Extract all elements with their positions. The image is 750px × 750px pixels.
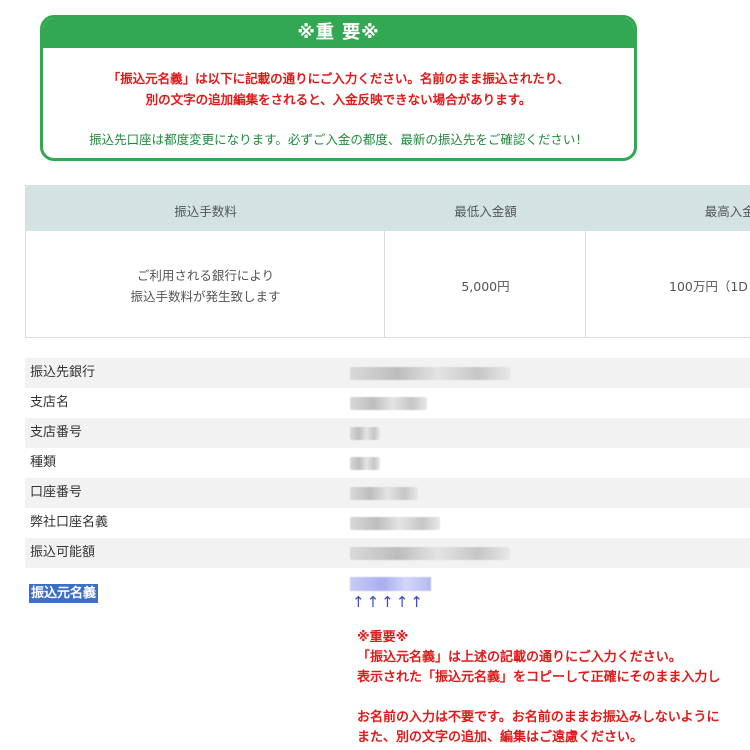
label-branch: 支店名 <box>30 395 70 410</box>
redacted-account-type <box>350 457 380 470</box>
label-account-type: 種類 <box>30 455 57 470</box>
label-transferable-amount: 振込可能額 <box>30 545 96 560</box>
arrow-up-icons: ↑↑↑↑↑ <box>352 593 425 611</box>
fees-table: 振込手数料 最低入金額 最高入金額 ご利用される銀行により 振込手数料が発生致し… <box>25 185 750 338</box>
row-branch: 支店名 <box>25 388 750 418</box>
label-bank: 振込先銀行 <box>30 365 96 380</box>
row-account-holder: 弊社口座名義 <box>25 508 750 538</box>
label-account-number: 口座番号 <box>30 485 83 500</box>
header-max-deposit: 最高入金額 <box>704 204 750 219</box>
warning-line-1: 「振込元名義」は上述の記載の通りにご入力ください。 <box>357 650 682 665</box>
min-deposit-value: 5,000円 <box>461 279 510 294</box>
fee-note-line-2: 振込手数料が発生致します <box>130 289 281 304</box>
row-account-number: 口座番号 <box>25 478 750 508</box>
redacted-transferable-amount <box>350 547 510 560</box>
warning-line-2: 表示された「振込元名義」をコピーして正確にそのまま入力し <box>357 670 721 685</box>
header-min-deposit: 最低入金額 <box>454 204 517 219</box>
label-account-holder: 弊社口座名義 <box>30 515 109 530</box>
label-branch-number: 支店番号 <box>30 425 83 440</box>
notice-line-1: 「振込元名義」は以下に記載の通りにご入力ください。名前のまま振込されたり、 <box>107 71 570 86</box>
redacted-branch <box>350 397 427 410</box>
row-account-type: 種類 <box>25 448 750 478</box>
redacted-account-holder <box>350 517 440 530</box>
redacted-account-number <box>350 487 418 500</box>
row-bank: 振込先銀行 <box>25 358 750 388</box>
max-deposit-value: 100万円（1D <box>669 279 748 294</box>
row-branch-number: 支店番号 <box>25 418 750 448</box>
warning-line-4: また、別の文字の追加、編集はご遠慮ください。 <box>357 730 644 745</box>
notice-line-2: 別の文字の追加編集をされると、入金反映できない場合があります。 <box>145 92 532 107</box>
row-transferable-amount: 振込可能額 <box>25 538 750 568</box>
fee-note-line-1: ご利用される銀行により <box>136 268 275 283</box>
notice-title: ※重 要※ <box>43 18 634 48</box>
important-notice-box: ※重 要※ 「振込元名義」は以下に記載の通りにご入力ください。名前のまま振込され… <box>40 15 637 161</box>
notice-line-3: 振込先口座は都度変更になります。必ずご入金の都度、最新の振込先をご確認ください！ <box>89 132 588 147</box>
sender-name-value[interactable] <box>350 577 431 591</box>
redacted-branch-number <box>350 427 380 440</box>
redacted-bank <box>350 367 510 380</box>
sender-name-label: 振込元名義 <box>29 584 99 603</box>
warning-title: ※重要※ <box>357 630 409 645</box>
header-transfer-fee: 振込手数料 <box>174 204 237 219</box>
warning-line-3: お名前の入力は不要です。お名前のままお振込みしないように <box>357 710 720 725</box>
